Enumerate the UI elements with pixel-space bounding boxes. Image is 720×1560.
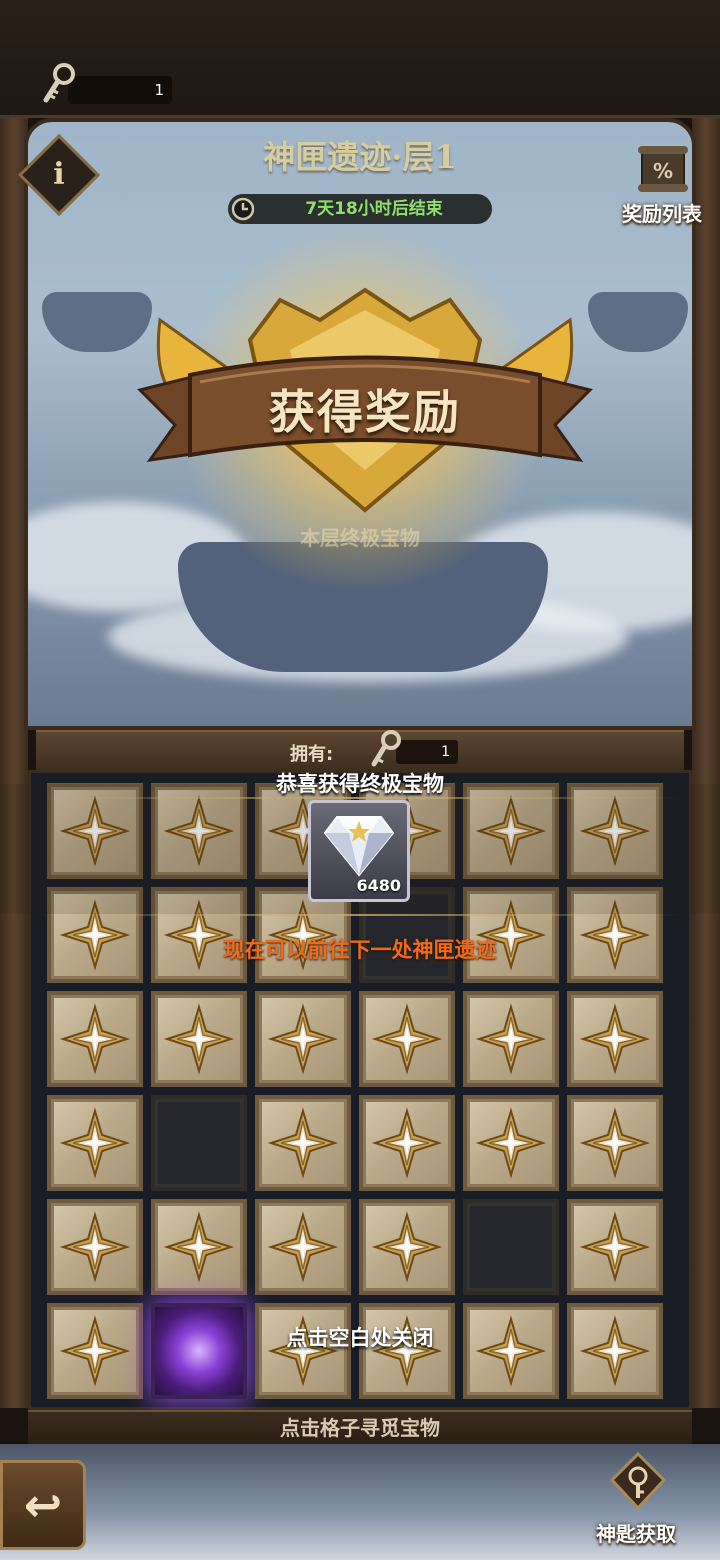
star-emblem-icon — [579, 1315, 651, 1387]
back-arrow-icon: ↩ — [23, 1478, 63, 1532]
divider — [40, 914, 680, 916]
star-emblem-icon — [579, 1003, 651, 1075]
info-icon: i — [53, 157, 65, 192]
key-chest-icon — [609, 1452, 667, 1510]
star-emblem-icon — [267, 1211, 339, 1283]
grid-hint-text: 点击格子寻觅宝物 — [280, 1416, 440, 1440]
grid-tile[interactable] — [47, 1199, 143, 1295]
owned-label: 拥有: — [290, 744, 334, 765]
grid-tile[interactable] — [151, 1199, 247, 1295]
treasure-item: 6480 — [308, 800, 410, 902]
svg-text:%: % — [653, 159, 673, 183]
treasure-amount: 6480 — [356, 876, 401, 895]
grid-tile[interactable] — [255, 1095, 351, 1191]
grid-hint-bar: 点击格子寻觅宝物 — [28, 1410, 692, 1444]
next-location-message: 现在可以前往下一处神匣遗迹 — [223, 938, 497, 962]
reward-list-button[interactable]: % 奖励列表 — [610, 140, 714, 230]
key-counter: 1 — [40, 63, 172, 108]
grid-tile[interactable] — [47, 991, 143, 1087]
grid-tile[interactable] — [47, 1303, 143, 1399]
key-get-button[interactable]: 神匙获取 — [584, 1452, 688, 1552]
grid-tile[interactable] — [151, 991, 247, 1087]
star-emblem-icon — [267, 1003, 339, 1075]
star-emblem-icon — [59, 1211, 131, 1283]
key-icon — [371, 730, 401, 767]
star-emblem-icon — [371, 1003, 443, 1075]
layer-title: 神匣遗迹·层1 — [263, 138, 457, 176]
key-count: 1 — [68, 76, 172, 104]
star-emblem-icon — [371, 1107, 443, 1179]
diamond-icon — [323, 816, 395, 877]
reward-list-label: 奖励列表 — [622, 202, 702, 226]
star-emblem-icon — [163, 1211, 235, 1283]
key-icon — [43, 63, 75, 103]
back-button[interactable]: ↩ — [0, 1460, 86, 1550]
grid-tile[interactable] — [359, 1095, 455, 1191]
grid-tile[interactable] — [463, 991, 559, 1087]
star-emblem-icon — [475, 1107, 547, 1179]
grid-tile[interactable] — [567, 1303, 663, 1399]
grid-tile[interactable] — [255, 1199, 351, 1295]
star-emblem-icon — [475, 1003, 547, 1075]
star-emblem-icon — [371, 1211, 443, 1283]
top-bar: 1 — [0, 0, 720, 118]
star-emblem-icon — [579, 1211, 651, 1283]
grid-tile[interactable] — [567, 1095, 663, 1191]
grid-tile[interactable] — [255, 991, 351, 1087]
reward-banner-title: 获得奖励 — [269, 385, 461, 439]
star-emblem-icon — [59, 1315, 131, 1387]
grid-tile[interactable] — [47, 1095, 143, 1191]
star-emblem-icon — [59, 1107, 131, 1179]
star-emblem-icon — [579, 1107, 651, 1179]
reward-banner: 获得奖励 — [130, 280, 600, 550]
star-emblem-icon — [267, 1107, 339, 1179]
star-emblem-icon — [59, 1003, 131, 1075]
grid-tile[interactable] — [151, 1095, 247, 1191]
star-emblem-icon — [163, 1003, 235, 1075]
scroll-icon: % — [638, 146, 688, 192]
key-get-label: 神匙获取 — [596, 1522, 676, 1546]
grid-tile[interactable] — [567, 1199, 663, 1295]
frame-right — [692, 118, 720, 1408]
congrats-text: 恭喜获得终极宝物 — [276, 772, 444, 796]
grid-tile[interactable] — [359, 991, 455, 1087]
grid-tile[interactable] — [463, 1095, 559, 1191]
grid-tile[interactable] — [359, 1199, 455, 1295]
tap-to-close-hint[interactable]: 点击空白处关闭 — [230, 1322, 490, 1352]
owned-keys-bar: 拥有: 1 — [36, 730, 684, 770]
grid-tile[interactable] — [567, 991, 663, 1087]
grid-tile[interactable] — [463, 1199, 559, 1295]
